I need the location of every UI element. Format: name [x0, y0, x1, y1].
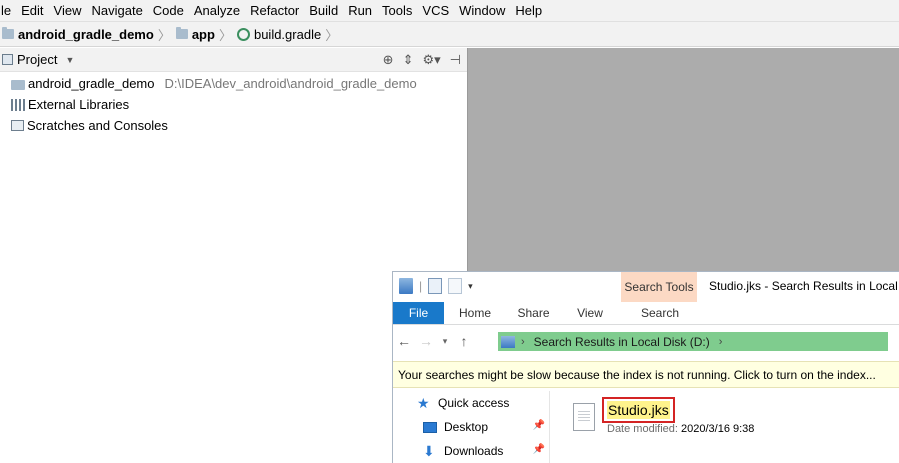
collapse-all-icon[interactable]: ⇕ — [403, 52, 414, 68]
date-modified-label: Date modified: — [607, 423, 678, 435]
tab-file[interactable]: File — [393, 302, 444, 324]
menu-vcs[interactable]: VCS — [417, 0, 454, 21]
menu-window[interactable]: Window — [454, 0, 510, 21]
breadcrumb-file-label: build.gradle — [253, 26, 322, 42]
folder-icon — [175, 27, 188, 39]
ribbon-tabs: File Home Share View Search — [393, 302, 899, 325]
index-warning-infobar[interactable]: Your searches might be slow because the … — [393, 361, 899, 388]
window-title: Studio.jks - Search Results in Local D — [709, 279, 899, 293]
locate-icon[interactable]: ⊕ — [383, 52, 394, 68]
nav-item-label: Quick access — [438, 396, 510, 410]
tree-item-label: Scratches and Consoles — [27, 118, 168, 133]
menu-build[interactable]: Build — [304, 0, 343, 21]
quick-access-toolbar: | ▾ — [399, 278, 473, 294]
tab-search[interactable]: Search — [622, 302, 698, 324]
tool-window-actions: ⊕ ⇕ ⚙▾ ⊣ — [383, 48, 461, 72]
project-view-selector[interactable]: Project ▼ — [0, 52, 74, 67]
menu-bar: le Edit View Navigate Code Analyze Refac… — [0, 0, 899, 21]
menu-navigate[interactable]: Navigate — [86, 0, 147, 21]
properties-icon[interactable] — [428, 278, 443, 294]
pin-icon[interactable]: 📌 — [533, 420, 545, 431]
desktop-icon — [423, 421, 437, 433]
menu-file[interactable]: le — [0, 0, 16, 21]
result-file-name: Studio.jks — [607, 401, 670, 419]
search-tools-context-group: Search Tools — [621, 272, 697, 302]
caret-down-icon: ▼ — [65, 54, 75, 65]
menu-code[interactable]: Code — [148, 0, 189, 21]
date-modified-value: 2020/3/16 9:38 — [681, 423, 755, 435]
file-explorer-window: | ▾ Search Tools Studio.jks - Search Res… — [392, 271, 899, 463]
tree-item-path: D:\IDEA\dev_android\android_gradle_demo — [164, 76, 417, 91]
gear-icon[interactable]: ⚙▾ — [422, 52, 440, 68]
chevron-right-icon: 〉 — [157, 27, 171, 43]
chevron-right-icon: 〉 — [218, 27, 232, 43]
libraries-icon — [11, 98, 25, 111]
search-results-icon — [501, 335, 515, 348]
tree-item-scratches[interactable]: Scratches and Consoles — [0, 115, 467, 136]
menu-edit[interactable]: Edit — [16, 0, 48, 21]
download-arrow-icon: ⬇ — [423, 443, 435, 459]
back-arrow-icon[interactable]: ← — [393, 333, 415, 349]
tree-item-external-libraries[interactable]: External Libraries — [0, 94, 467, 115]
chevron-right-icon: › — [521, 335, 525, 348]
nav-item-quick-access[interactable]: ★ Quick access — [393, 391, 549, 415]
menu-run[interactable]: Run — [343, 0, 377, 21]
pin-icon[interactable]: 📌 — [533, 444, 545, 455]
breadcrumb-module[interactable]: app — [175, 26, 215, 42]
chevron-right-icon: 〉 — [325, 27, 339, 43]
star-icon: ★ — [417, 395, 430, 411]
address-bar-row: ← → ▾ ↑ › Search Results in Local Disk (… — [393, 326, 899, 356]
tab-view[interactable]: View — [561, 302, 619, 324]
project-tool-window-header: Project ▼ ⊕ ⇕ ⚙▾ ⊣ — [0, 48, 467, 72]
scratches-icon — [11, 120, 24, 131]
tree-item-label: android_gradle_demo — [28, 76, 155, 91]
nav-item-label: Downloads — [444, 444, 504, 458]
search-results-pane: Studio.jks Date modified: 2020/3/16 9:38 — [551, 391, 899, 463]
project-tree: android_gradle_demo D:\IDEA\dev_android\… — [0, 73, 467, 136]
breadcrumb: android_gradle_demo 〉 app 〉 build.gradle… — [0, 21, 899, 47]
menu-view[interactable]: View — [49, 0, 87, 21]
hide-icon[interactable]: ⊣ — [450, 52, 461, 68]
forward-arrow-icon[interactable]: → — [415, 333, 437, 349]
address-text: Search Results in Local Disk (D:) — [533, 334, 710, 349]
up-arrow-icon[interactable]: ↑ — [453, 333, 475, 349]
menu-refactor[interactable]: Refactor — [245, 0, 304, 21]
explorer-app-icon — [399, 278, 413, 294]
tree-item-project[interactable]: android_gradle_demo D:\IDEA\dev_android\… — [0, 73, 467, 94]
menu-analyze[interactable]: Analyze — [189, 0, 245, 21]
project-icon — [2, 54, 13, 65]
explorer-titlebar: | ▾ Search Tools Studio.jks - Search Res… — [393, 272, 899, 302]
breadcrumb-module-label: app — [191, 26, 215, 42]
module-folder-icon — [11, 79, 25, 90]
nav-item-label: Desktop — [444, 420, 489, 434]
new-folder-icon[interactable] — [448, 278, 463, 294]
result-name-highlight[interactable]: Studio.jks — [602, 397, 675, 423]
breadcrumb-project[interactable]: android_gradle_demo — [2, 27, 154, 42]
address-field[interactable]: › Search Results in Local Disk (D:) › — [498, 332, 888, 351]
tree-item-label: External Libraries — [28, 97, 130, 112]
tab-share[interactable]: Share — [506, 302, 561, 324]
breadcrumb-project-label: android_gradle_demo — [18, 26, 154, 42]
nav-item-desktop[interactable]: Desktop 📌 — [393, 415, 549, 439]
nav-item-downloads[interactable]: ⬇ Downloads 📌 — [393, 439, 549, 463]
menu-tools[interactable]: Tools — [377, 0, 417, 21]
menu-help[interactable]: Help — [510, 0, 547, 21]
navigation-pane: ★ Quick access Desktop 📌 ⬇ Downloads 📌 — [393, 391, 550, 463]
project-view-label: Project — [17, 52, 58, 67]
gradle-icon — [236, 27, 250, 41]
tab-home[interactable]: Home — [444, 302, 506, 324]
folder-icon — [2, 27, 14, 39]
recent-locations-icon[interactable]: ▾ — [437, 336, 453, 347]
result-date-modified: Date modified: 2020/3/16 9:38 — [607, 423, 754, 435]
separator: | — [419, 279, 423, 293]
file-icon[interactable] — [573, 403, 595, 431]
chevron-right-icon: › — [718, 335, 723, 348]
customize-dropdown-icon[interactable]: ▾ — [468, 281, 473, 292]
breadcrumb-file[interactable]: build.gradle — [236, 26, 322, 42]
